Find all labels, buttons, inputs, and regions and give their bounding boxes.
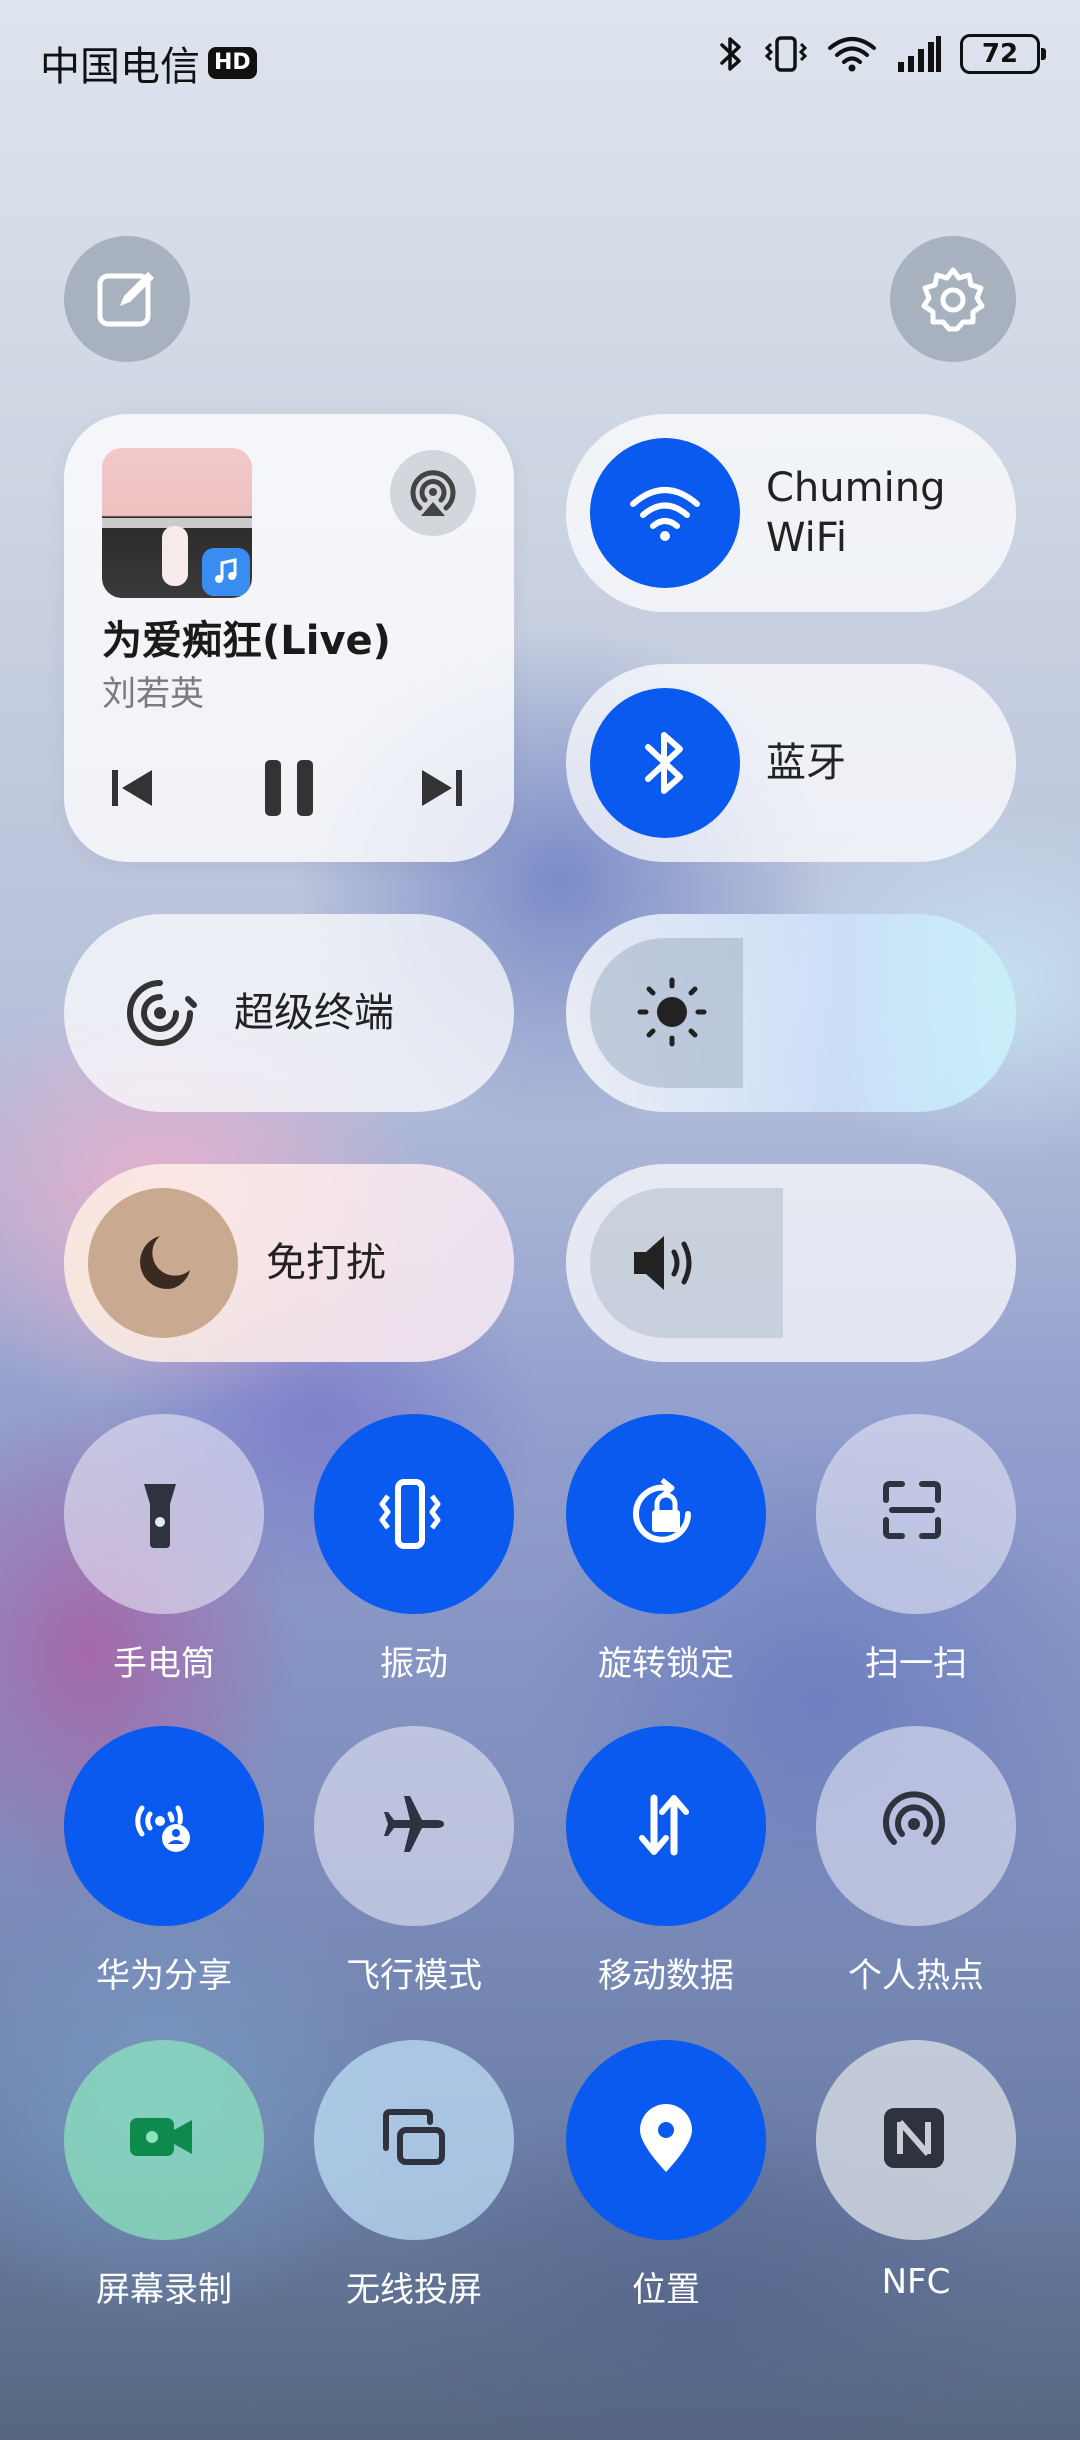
huawei-share-icon <box>135 1805 190 1852</box>
tile-huawei-share[interactable] <box>64 1726 264 1926</box>
tile-label-hotspot: 个人热点 <box>848 1956 984 1996</box>
status-bar-carrier: 中国电信 HD <box>40 34 257 92</box>
tile-label-nfc: NFC <box>881 2262 951 2302</box>
wifi-icon <box>828 37 876 72</box>
tile-label-scan: 扫一扫 <box>865 1644 967 1684</box>
screen-record-icon <box>130 2118 192 2156</box>
tile-vibrate[interactable] <box>314 1414 514 1614</box>
super-device-icon <box>127 980 197 1046</box>
gear-icon <box>921 267 985 332</box>
dnd-label: 免打扰 <box>266 1240 386 1286</box>
music-app-icon <box>202 548 250 596</box>
volume-slider[interactable] <box>566 1164 1016 1362</box>
wifi-toggle-button[interactable] <box>590 438 740 588</box>
vibrate-icon <box>379 1479 441 1549</box>
do-not-disturb-tile[interactable]: 免打扰 <box>64 1164 514 1362</box>
dnd-toggle-button[interactable] <box>88 1188 238 1338</box>
media-card[interactable]: 为爱痴狂(Live) 刘若英 <box>64 414 514 862</box>
hotspot-icon <box>883 1791 945 1845</box>
battery-indicator: 72 <box>960 34 1046 74</box>
super-device-label: 超级终端 <box>234 990 394 1036</box>
hd-badge: HD <box>208 47 257 79</box>
settings-button[interactable] <box>890 236 1016 362</box>
location-icon <box>640 2104 692 2172</box>
wifi-icon <box>630 487 700 541</box>
tile-flashlight[interactable] <box>64 1414 264 1614</box>
bluetooth-icon <box>720 37 741 71</box>
tile-label-huawei-share: 华为分享 <box>96 1956 232 1996</box>
tile-location[interactable] <box>566 2040 766 2240</box>
bluetooth-toggle[interactable]: 蓝牙 <box>566 664 1016 862</box>
tile-scan[interactable] <box>816 1414 1016 1614</box>
flashlight-icon <box>144 1484 176 1548</box>
artist-name: 刘若英 <box>102 674 204 714</box>
rotation-lock-icon <box>633 1478 691 1543</box>
brightness-icon <box>637 977 707 1047</box>
song-title: 为爱痴狂(Live) <box>102 618 391 664</box>
wifi-label: Chuming WiFi <box>766 463 945 563</box>
scan-icon <box>883 1481 941 1539</box>
audio-output-button[interactable] <box>390 450 476 536</box>
pause-icon[interactable] <box>259 756 319 820</box>
brightness-slider[interactable] <box>566 914 1016 1112</box>
nfc-icon <box>884 2108 944 2168</box>
volume-icon <box>634 1236 692 1290</box>
super-device-tile[interactable]: 超级终端 <box>64 914 514 1112</box>
tile-screen-record[interactable] <box>64 2040 264 2240</box>
tile-wireless-projection[interactable] <box>314 2040 514 2240</box>
tile-nfc[interactable] <box>816 2040 1016 2240</box>
status-bar-icons: 72 <box>716 34 1046 74</box>
carrier-name: 中国电信 <box>40 44 200 90</box>
moon-icon <box>140 1236 190 1289</box>
tile-label-rotation-lock: 旋转锁定 <box>598 1644 734 1684</box>
edit-button[interactable] <box>64 236 190 362</box>
tile-label-flashlight: 手电筒 <box>113 1644 215 1684</box>
wifi-ssid-line2: WiFi <box>766 515 847 561</box>
previous-icon[interactable] <box>108 766 158 810</box>
album-art <box>102 448 252 598</box>
tile-label-vibrate: 振动 <box>380 1644 448 1684</box>
bluetooth-toggle-button[interactable] <box>590 688 740 838</box>
edit-icon <box>97 272 154 327</box>
tile-label-airplane: 飞行模式 <box>346 1956 482 1996</box>
wifi-toggle[interactable]: Chuming WiFi <box>566 414 1016 612</box>
vibrate-icon <box>764 36 808 72</box>
wifi-ssid-line1: Chuming <box>766 465 946 511</box>
tile-label-screen-record: 屏幕录制 <box>96 2270 232 2310</box>
wireless-projection-icon <box>383 2109 445 2165</box>
tile-mobile-data[interactable] <box>566 1726 766 1926</box>
airplane-icon <box>384 1796 444 1852</box>
next-icon[interactable] <box>416 766 466 810</box>
bluetooth-label: 蓝牙 <box>766 740 846 786</box>
tile-airplane[interactable] <box>314 1726 514 1926</box>
tile-label-wireless-projection: 无线投屏 <box>346 2270 482 2310</box>
audio-cast-icon <box>410 470 456 516</box>
tile-hotspot[interactable] <box>816 1726 1016 1926</box>
tile-label-location: 位置 <box>632 2270 700 2310</box>
tile-label-mobile-data: 移动数据 <box>598 1956 734 1996</box>
bluetooth-icon <box>645 732 683 794</box>
tile-rotation-lock[interactable] <box>566 1414 766 1614</box>
mobile-data-icon <box>639 1794 689 1856</box>
signal-icon <box>898 36 941 72</box>
battery-level: 72 <box>981 39 1019 69</box>
